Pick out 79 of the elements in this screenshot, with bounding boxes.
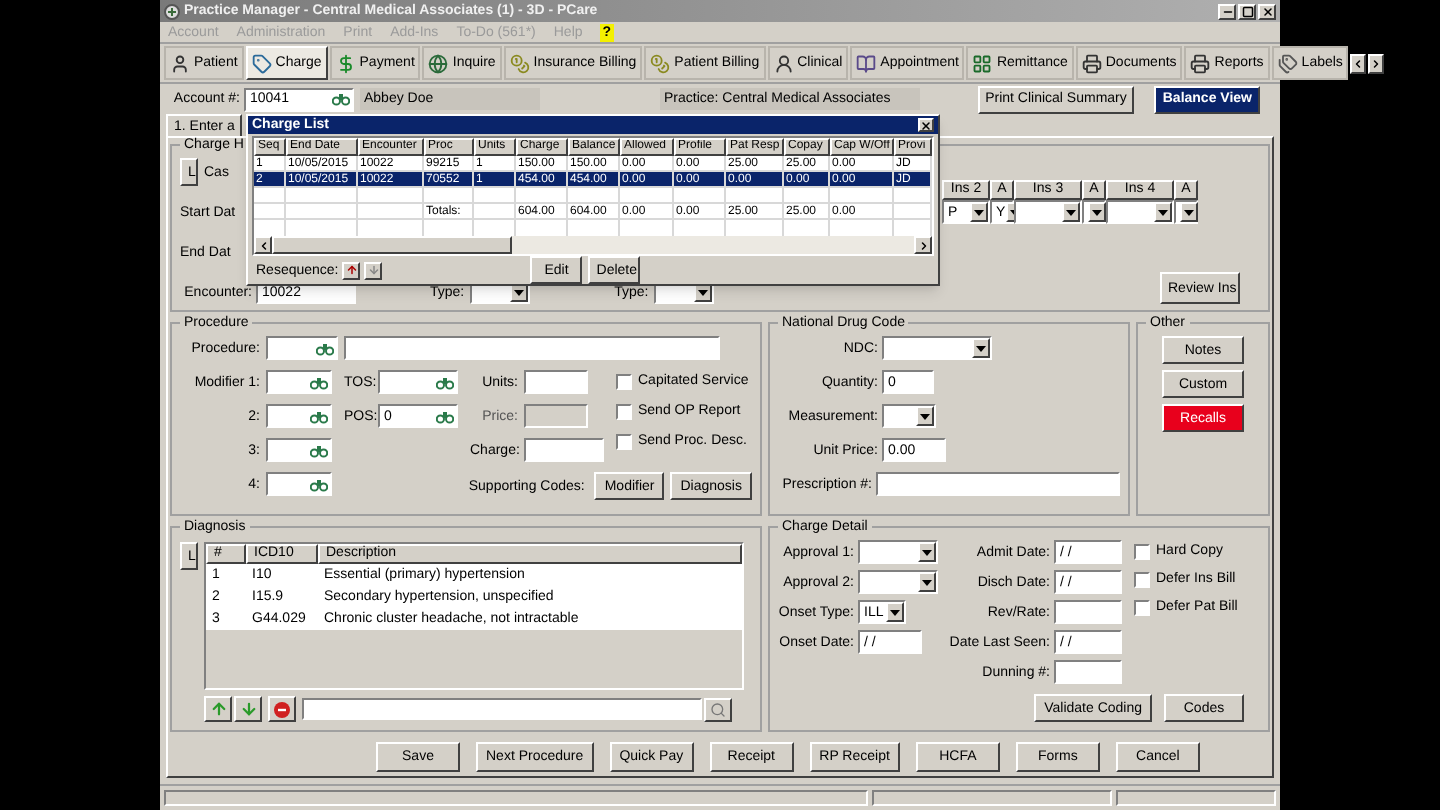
binoculars-icon — [310, 477, 328, 491]
tos-field[interactable] — [378, 370, 458, 394]
maximize-icon — [1241, 5, 1253, 17]
approval-dropdown[interactable] — [858, 540, 938, 564]
delete-button[interactable] — [268, 696, 296, 722]
chevron-left-icon — [1352, 57, 1365, 69]
close-button[interactable] — [918, 118, 934, 132]
modifier-field[interactable] — [266, 404, 332, 428]
date-field[interactable] — [1054, 660, 1122, 684]
move-up-button[interactable] — [342, 261, 361, 279]
prescription-field[interactable] — [876, 472, 1120, 496]
modifier-field[interactable] — [266, 472, 332, 496]
person-icon — [170, 53, 190, 73]
measurement-dropdown[interactable] — [882, 404, 936, 428]
modifier-field[interactable] — [266, 438, 332, 462]
checkbox[interactable] — [1134, 599, 1150, 615]
checkbox[interactable] — [616, 373, 632, 389]
scroll-left-button[interactable] — [1350, 53, 1367, 73]
procedure-description-field[interactable] — [344, 336, 720, 360]
checkbox[interactable] — [1134, 571, 1150, 587]
scroll-left-button[interactable] — [254, 236, 272, 254]
charge-field[interactable] — [524, 438, 604, 462]
insurance-dropdown[interactable] — [1106, 200, 1174, 224]
person-icon — [773, 53, 794, 73]
checkbox[interactable] — [1134, 543, 1150, 559]
procedure-field[interactable] — [266, 336, 338, 360]
globe-icon — [428, 53, 449, 73]
diagnosis-search-field[interactable] — [302, 698, 702, 720]
modifier-field[interactable] — [266, 370, 332, 394]
coins-icon — [650, 53, 671, 73]
binoculars-icon — [332, 92, 350, 106]
insurance-dropdown[interactable] — [1014, 200, 1082, 224]
move-down-button[interactable] — [364, 261, 383, 279]
coins-icon — [509, 53, 530, 73]
checkbox[interactable] — [616, 433, 632, 449]
insurance-dropdown[interactable] — [1174, 200, 1198, 224]
app-icon — [164, 3, 180, 19]
price-field[interactable] — [524, 404, 588, 428]
binoculars-icon — [310, 375, 328, 389]
ndc-dropdown[interactable] — [882, 336, 992, 360]
arrow-up-icon — [209, 700, 227, 718]
chevron-left-icon — [257, 239, 269, 251]
close-button[interactable] — [1258, 3, 1276, 19]
move-down-button[interactable] — [234, 696, 262, 722]
book-icon — [856, 53, 877, 73]
scrollbar[interactable] — [254, 236, 932, 254]
close-icon — [920, 119, 932, 131]
binoculars-icon — [436, 409, 454, 423]
scroll-right-button[interactable] — [1368, 53, 1385, 73]
tags-icon — [1277, 53, 1298, 73]
grid-icon — [972, 53, 993, 73]
close-icon — [1261, 5, 1273, 17]
binoculars-icon — [310, 409, 328, 423]
binoculars-icon — [316, 341, 334, 355]
move-up-button[interactable] — [204, 696, 232, 722]
minimize-icon — [1221, 5, 1233, 17]
date-field[interactable] — [1054, 600, 1122, 624]
delete-icon — [274, 701, 290, 717]
scroll-thumb[interactable] — [272, 236, 512, 254]
insurance-dropdown[interactable] — [1082, 200, 1106, 224]
chevron-right-icon — [917, 239, 929, 251]
printer-icon — [1081, 53, 1102, 73]
tag-icon — [251, 53, 272, 73]
search-icon — [710, 701, 726, 717]
approval-dropdown[interactable] — [858, 570, 938, 594]
maximize-button[interactable] — [1238, 3, 1256, 19]
units-field[interactable] — [524, 370, 588, 394]
search-button[interactable] — [704, 697, 732, 721]
scroll-right-button[interactable] — [914, 236, 932, 254]
arrow-down-icon — [367, 264, 380, 276]
arrow-down-icon — [239, 700, 257, 718]
checkbox[interactable] — [616, 403, 632, 419]
minimize-button[interactable] — [1218, 3, 1236, 19]
binoculars-icon — [436, 375, 454, 389]
binoculars-icon — [310, 443, 328, 457]
chevron-right-icon — [1370, 57, 1383, 69]
dollar-icon — [335, 53, 356, 73]
arrow-up-icon — [345, 264, 358, 276]
printer-icon — [1190, 53, 1211, 73]
